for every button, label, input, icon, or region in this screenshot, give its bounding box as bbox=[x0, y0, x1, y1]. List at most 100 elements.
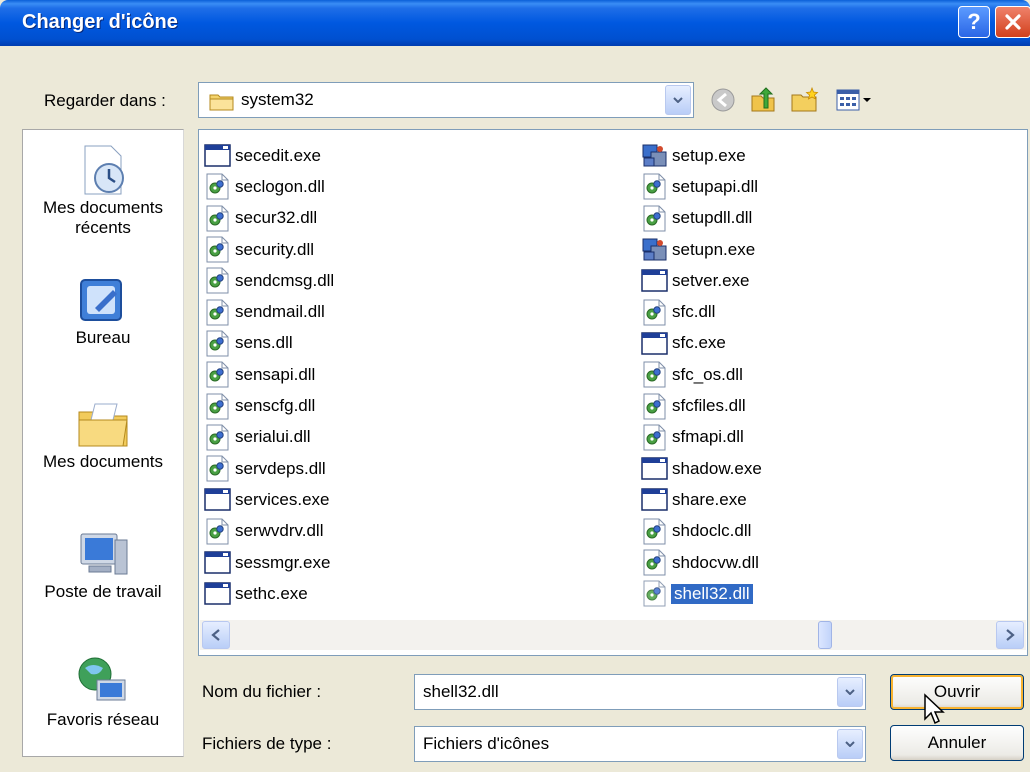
desktop-icon bbox=[80, 279, 122, 321]
open-button[interactable]: Ouvrir bbox=[890, 674, 1024, 710]
file-list-item[interactable]: sethc.exe bbox=[204, 578, 334, 609]
close-button[interactable] bbox=[995, 6, 1030, 38]
filetype-dropdown-button[interactable] bbox=[837, 729, 863, 759]
file-name: setupn.exe bbox=[672, 239, 756, 259]
look-in-value: system32 bbox=[241, 90, 314, 109]
file-name: shell32.dll bbox=[671, 583, 753, 604]
mouse-cursor-icon bbox=[924, 693, 945, 725]
file-list-item[interactable]: setupdll.dll bbox=[641, 203, 762, 234]
file-list-item[interactable]: sendmail.dll bbox=[204, 296, 334, 327]
file-list-item[interactable]: secedit.exe bbox=[204, 140, 334, 171]
look-in-dropdown-button[interactable] bbox=[665, 85, 691, 115]
file-list-item[interactable]: share.exe bbox=[641, 484, 762, 515]
file-name: shdoclc.dll bbox=[672, 521, 752, 541]
setup-exe-icon bbox=[642, 144, 667, 167]
file-list-item[interactable]: setver.exe bbox=[641, 265, 762, 296]
file-name: seclogon.dll bbox=[235, 176, 325, 196]
file-name: sendcmsg.dll bbox=[235, 270, 335, 290]
file-name: serwvdrv.dll bbox=[235, 521, 324, 541]
scroll-thumb[interactable] bbox=[818, 621, 832, 649]
chevron-down-icon bbox=[845, 689, 855, 695]
filename-combo[interactable]: shell32.dll bbox=[414, 674, 866, 710]
file-list-item[interactable]: serialui.dll bbox=[204, 422, 334, 453]
scroll-left-button[interactable] bbox=[202, 621, 230, 649]
file-list-item[interactable]: sens.dll bbox=[204, 328, 334, 359]
new-folder-icon[interactable] bbox=[790, 86, 820, 114]
file-list-item[interactable]: sfc_os.dll bbox=[641, 359, 762, 390]
file-list-item[interactable]: senscfg.dll bbox=[204, 390, 334, 421]
place-my-documents[interactable]: Mes documents bbox=[23, 396, 183, 472]
scroll-right-button[interactable] bbox=[996, 621, 1024, 649]
file-name: shdocvw.dll bbox=[672, 552, 759, 572]
file-list-item[interactable]: serwvdrv.dll bbox=[204, 516, 334, 547]
file-list-item[interactable]: setupn.exe bbox=[641, 234, 762, 265]
setup-exe-icon bbox=[642, 238, 667, 261]
place-desktop[interactable]: Bureau bbox=[23, 272, 183, 348]
filename-input[interactable]: shell32.dll bbox=[423, 682, 499, 702]
dll-file-icon bbox=[643, 393, 666, 420]
file-list-item[interactable]: sessmgr.exe bbox=[204, 547, 334, 578]
horizontal-scrollbar[interactable] bbox=[200, 620, 1026, 650]
file-name: share.exe bbox=[672, 489, 747, 509]
file-list-item[interactable]: services.exe bbox=[204, 484, 334, 515]
dll-file-icon bbox=[643, 173, 666, 200]
place-recent-documents[interactable]: Mes documents récents bbox=[23, 142, 183, 238]
file-list-item[interactable]: servdeps.dll bbox=[204, 453, 334, 484]
file-list-item[interactable]: sensapi.dll bbox=[204, 359, 334, 390]
file-name: sens.dll bbox=[235, 333, 293, 353]
dll-file-icon bbox=[206, 361, 229, 388]
filename-label: Nom du fichier : bbox=[202, 682, 322, 701]
filetype-combo[interactable]: Fichiers d'icônes bbox=[414, 726, 866, 762]
file-list-item[interactable]: shadow.exe bbox=[641, 453, 762, 484]
title-bar[interactable]: Changer d'icône ? bbox=[0, 0, 1030, 46]
exe-file-icon bbox=[641, 488, 668, 512]
file-list-item[interactable]: shdocvw.dll bbox=[641, 547, 762, 578]
file-list-item[interactable]: shell32.dll bbox=[641, 578, 762, 609]
file-list-item[interactable]: setup.exe bbox=[641, 140, 762, 171]
dll-file-icon bbox=[643, 518, 666, 545]
filename-dropdown-button[interactable] bbox=[837, 677, 863, 707]
place-label: récents bbox=[75, 218, 131, 237]
file-name: security.dll bbox=[235, 239, 315, 259]
file-list[interactable]: secedit.exe seclogon.dll secur32.dll securi… bbox=[198, 129, 1028, 656]
place-label: Favoris réseau bbox=[46, 710, 160, 729]
back-icon[interactable] bbox=[708, 86, 738, 114]
file-list-item[interactable]: shdoclc.dll bbox=[641, 516, 762, 547]
file-list-item[interactable]: sendcmsg.dll bbox=[204, 265, 334, 296]
exe-file-icon bbox=[204, 582, 231, 606]
exe-file-icon bbox=[641, 457, 668, 480]
file-list-item[interactable]: seclogon.dll bbox=[204, 171, 334, 202]
my-documents-icon bbox=[78, 403, 128, 447]
help-button[interactable]: ? bbox=[958, 6, 990, 38]
change-icon-dialog: Changer d'icône ? Regarder dans : system… bbox=[0, 0, 1030, 772]
dll-file-icon bbox=[206, 299, 229, 326]
exe-file-icon bbox=[641, 269, 668, 293]
dll-file-icon bbox=[643, 549, 666, 576]
cancel-button-label: Annuler bbox=[927, 733, 987, 752]
file-list-item[interactable]: setupapi.dll bbox=[641, 171, 762, 202]
dll-file-icon bbox=[643, 361, 666, 388]
file-list-item[interactable]: sfc.exe bbox=[641, 328, 762, 359]
file-name: setupapi.dll bbox=[672, 176, 759, 196]
dll-file-icon bbox=[206, 455, 229, 482]
file-list-item[interactable]: sfcfiles.dll bbox=[641, 390, 762, 421]
place-network[interactable]: Favoris réseau bbox=[23, 654, 183, 730]
file-name: shadow.exe bbox=[672, 458, 762, 478]
file-list-item[interactable]: sfmapi.dll bbox=[641, 422, 762, 453]
exe-file-icon bbox=[204, 488, 231, 512]
file-name: setup.exe bbox=[672, 145, 746, 165]
up-folder-icon[interactable] bbox=[748, 86, 778, 114]
file-list-item[interactable]: security.dll bbox=[204, 234, 334, 265]
look-in-label: Regarder dans : bbox=[44, 91, 166, 110]
view-menu-icon[interactable] bbox=[834, 86, 874, 114]
dll-file-icon bbox=[206, 424, 229, 451]
look-in-combo[interactable]: system32 bbox=[198, 82, 694, 118]
cancel-button[interactable]: Annuler bbox=[890, 725, 1024, 761]
dll-file-icon bbox=[643, 580, 666, 607]
place-label: Poste de travail bbox=[44, 582, 162, 601]
place-my-computer[interactable]: Poste de travail bbox=[23, 526, 183, 602]
file-list-item[interactable]: sfc.dll bbox=[641, 296, 762, 327]
dll-file-icon bbox=[643, 299, 666, 326]
file-list-item[interactable]: secur32.dll bbox=[204, 203, 334, 234]
close-icon bbox=[1005, 14, 1021, 30]
